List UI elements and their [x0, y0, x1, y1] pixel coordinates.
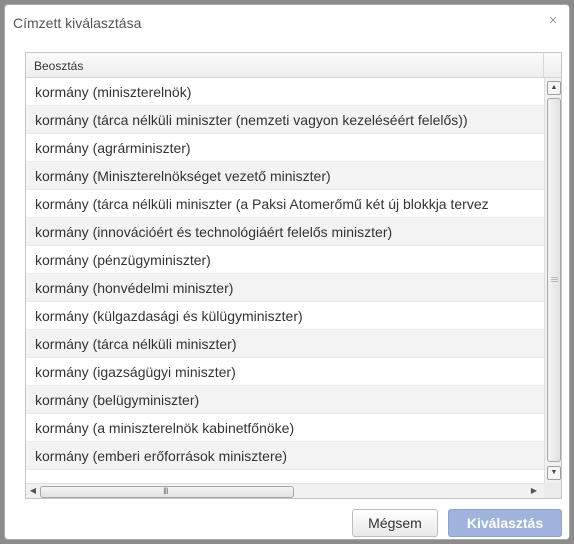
column-header-beosztas[interactable]: Beosztás [26, 53, 544, 77]
scroll-corner [544, 483, 561, 498]
table-row[interactable]: kormány (miniszterelnök) [26, 78, 544, 106]
table-row[interactable]: kormány (pénzügyminiszter) [26, 246, 544, 274]
grip-icon: III [163, 486, 168, 496]
table-row[interactable]: kormány (innovációért és technológiáért … [26, 218, 544, 246]
table-row[interactable]: kormány (honvédelmi miniszter) [26, 274, 544, 302]
arrow-right-icon[interactable]: ▶ [529, 486, 539, 495]
arrow-left-icon[interactable]: ◀ [28, 486, 38, 495]
table-row[interactable]: kormány (Miniszterelnökséget vezető mini… [26, 162, 544, 190]
select-button[interactable]: Kiválasztás [448, 509, 562, 537]
arrow-up-icon[interactable]: ▲ [547, 81, 561, 95]
table-row[interactable]: kormány (emberi erőforrások minisztere) [26, 442, 544, 470]
cancel-button[interactable]: Mégsem [352, 509, 438, 537]
close-icon[interactable]: × [547, 13, 559, 28]
vertical-scroll-thumb[interactable]: — — — [547, 98, 561, 462]
dialog-title: Címzett kiválasztása [13, 15, 142, 31]
table-row[interactable]: kormány (belügyminiszter) [26, 386, 544, 414]
table-row[interactable]: kormány (tárca nélküli miniszter (nemzet… [26, 106, 544, 134]
table-row[interactable]: kormány (tárca nélküli miniszter) [26, 330, 544, 358]
vertical-scrollbar[interactable]: ▲ — — — ▼ [544, 78, 561, 483]
dialog-titlebar: Címzett kiválasztása × [5, 5, 569, 41]
table-row[interactable]: kormány (tárca nélküli miniszter (a Paks… [26, 190, 544, 218]
horizontal-scrollbar[interactable]: ◀ III ▶ [26, 483, 544, 498]
grid-header: Beosztás [26, 53, 561, 78]
grip-icon: — — — [551, 274, 558, 285]
table-row[interactable]: kormány (agrárminiszter) [26, 134, 544, 162]
arrow-down-icon[interactable]: ▼ [547, 466, 561, 480]
recipient-grid: Beosztás kormány (miniszterelnök) kormán… [25, 52, 562, 499]
table-row[interactable]: kormány (igazságügyi miniszter) [26, 358, 544, 386]
table-row[interactable]: kormány (a miniszterelnök kabinetfőnöke) [26, 414, 544, 442]
grid-rows: kormány (miniszterelnök) kormány (tárca … [26, 78, 544, 483]
horizontal-scroll-thumb[interactable]: III [40, 486, 294, 498]
table-row[interactable]: kormány (külgazdasági és külügyminiszter… [26, 302, 544, 330]
recipient-dialog: Címzett kiválasztása × Beosztás kormány … [4, 4, 570, 540]
